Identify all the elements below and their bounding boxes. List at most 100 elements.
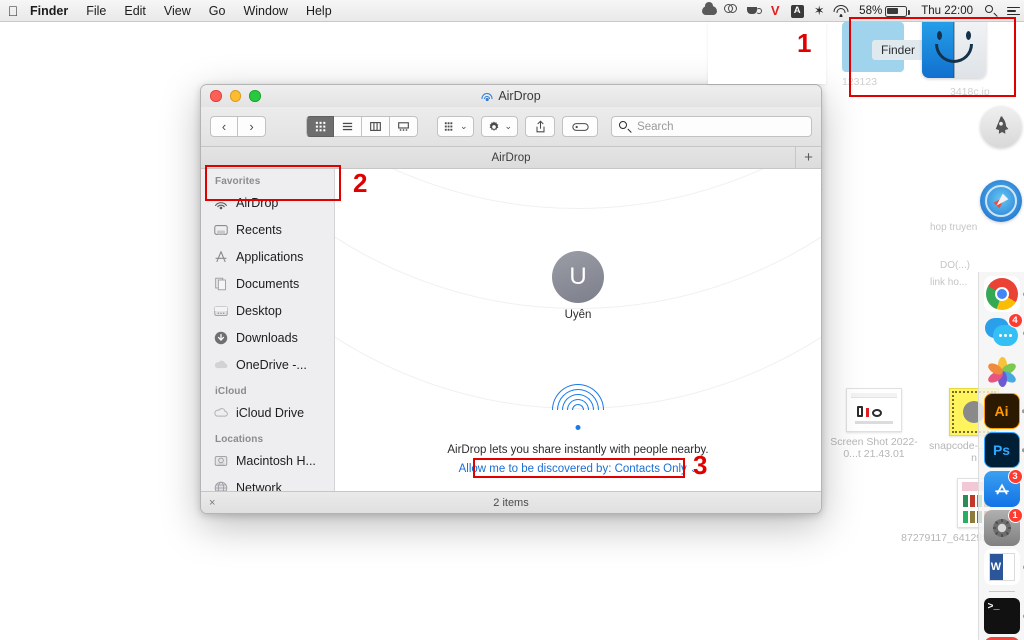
dock-app-photos[interactable]: [984, 354, 1020, 390]
menu-edit[interactable]: Edit: [115, 0, 155, 22]
apple-logo-icon[interactable]: : [0, 0, 26, 22]
back-button[interactable]: ‹: [210, 116, 238, 137]
dock-app-illustrator[interactable]: Ai: [983, 393, 1024, 429]
finder-tabbar: AirDrop +: [201, 147, 821, 169]
control-center-icon[interactable]: [1002, 6, 1024, 16]
sidebar-item-icloud-drive[interactable]: iCloud Drive: [201, 399, 334, 426]
finder-icon-desktop[interactable]: Finder 123123: [842, 16, 986, 88]
tab-airdrop[interactable]: AirDrop: [201, 152, 821, 164]
forward-button[interactable]: ›: [238, 116, 266, 137]
tags-button[interactable]: [562, 116, 599, 137]
airdrop-icon: [212, 194, 229, 211]
column-view-button[interactable]: [362, 116, 390, 137]
sidebar-item-onedrive[interactable]: OneDrive -...: [201, 351, 334, 378]
sidebar-item-recents[interactable]: Recents: [201, 216, 334, 243]
menu-go[interactable]: Go: [200, 0, 235, 22]
dock-app-terminal[interactable]: >_: [983, 598, 1024, 634]
sidebar-item-label: iCloud Drive: [236, 405, 305, 420]
photoshop-icon: Ps: [992, 442, 1011, 458]
new-tab-button[interactable]: +: [795, 147, 821, 168]
cloud-icon[interactable]: [698, 0, 720, 22]
dock-top-section: [978, 106, 1024, 222]
group-by-button[interactable]: ⌄: [437, 116, 474, 137]
tag-icon: [571, 122, 589, 131]
safari-icon: [985, 185, 1017, 217]
dock-app-appstore[interactable]: 3: [983, 469, 1023, 507]
menu-file[interactable]: File: [77, 0, 115, 22]
list-view-icon: [342, 122, 353, 131]
desktop-faint-label: link ho...: [930, 277, 968, 288]
annotation-number-3: 3: [693, 450, 708, 480]
icon-view-button[interactable]: [306, 116, 334, 137]
screen-root: ne4 ng hop truyen DO(...) link ho... Scr…: [0, 0, 1024, 640]
list-view-button[interactable]: [334, 116, 362, 137]
clock[interactable]: Thu 22:00: [914, 0, 980, 22]
illustrator-icon: Ai: [994, 403, 1009, 419]
sidebar-item-applications[interactable]: Applications: [201, 243, 334, 270]
finder-second-label: 3418c.jp: [950, 86, 990, 98]
downloads-icon: [212, 329, 229, 346]
recents-icon: [212, 221, 229, 238]
airdrop-person[interactable]: U Uyên: [518, 251, 638, 321]
badge-count: 4: [1007, 313, 1023, 328]
action-menu-button[interactable]: ⌄: [480, 116, 519, 137]
view-mode-buttons: [306, 116, 418, 137]
icloud-icon: [212, 404, 229, 421]
badge-count: 1: [1007, 508, 1023, 523]
finder-tooltip-label: Finder: [872, 40, 925, 60]
discovery-dropdown[interactable]: Allow me to be discovered by: Contacts O…: [459, 463, 698, 475]
bluetooth-icon[interactable]: ✶: [808, 0, 830, 22]
finder-window[interactable]: AirDrop ‹ › ⌄ ⌄ Search AirDrop + Favorit…: [200, 84, 822, 514]
sidebar-item-label: Applications: [236, 249, 304, 264]
applications-icon: [212, 248, 229, 265]
input-source-icon[interactable]: A: [786, 4, 808, 18]
sidebar-item-label: Documents: [236, 276, 300, 291]
desktop-icon-screenshot[interactable]: Screen Shot 2022-0...t 21.43.01: [828, 388, 920, 460]
sidebar-item-label: AirDrop: [236, 195, 279, 210]
sidebar-item-downloads[interactable]: Downloads: [201, 324, 334, 351]
dock-app-launchpad[interactable]: [980, 106, 1022, 148]
search-icon: [619, 120, 632, 133]
icon-view-icon: [315, 121, 325, 132]
gallery-view-button[interactable]: [390, 116, 418, 137]
wifi-icon[interactable]: [830, 5, 852, 17]
dock-app-photoshop[interactable]: Ps: [983, 432, 1024, 468]
sidebar-item-desktop[interactable]: Desktop: [201, 297, 334, 324]
menu-finder[interactable]: Finder: [26, 0, 77, 22]
battery-status[interactable]: 58%: [852, 0, 914, 22]
menu-help[interactable]: Help: [297, 0, 341, 22]
airdrop-footer: AirDrop lets you share instantly with pe…: [335, 384, 821, 477]
chrome-icon: [985, 278, 1018, 310]
creative-cloud-icon[interactable]: [720, 0, 742, 22]
share-button[interactable]: [525, 116, 556, 137]
dock-app-messages[interactable]: 4: [984, 313, 1024, 351]
sidebar-item-label: OneDrive -...: [236, 357, 307, 372]
sidebar-item-airdrop[interactable]: AirDrop: [201, 189, 334, 216]
menu-window[interactable]: Window: [234, 0, 296, 22]
menubar-left:  Finder File Edit View Go Window Help: [0, 0, 341, 22]
dock-app-system-preferences[interactable]: 1: [983, 508, 1023, 546]
airdrop-content-pane[interactable]: U Uyên AirDrop lets you share instantly …: [335, 169, 821, 491]
finder-sidebar: Favorites AirDrop Recents Applications D…: [201, 169, 335, 491]
badge-count: 3: [1007, 469, 1023, 484]
gallery-view-icon: [398, 122, 409, 131]
sidebar-item-macintosh-hd[interactable]: Macintosh H...: [201, 447, 334, 474]
battery-icon: [885, 5, 910, 17]
dock-app-word[interactable]: W: [983, 549, 1024, 585]
dock-app-chrome[interactable]: [983, 276, 1024, 312]
launchpad-icon: [995, 116, 1009, 134]
sidebar-item-documents[interactable]: Documents: [201, 270, 334, 297]
sidebar-item-label: Desktop: [236, 303, 282, 318]
share-icon: [536, 119, 545, 132]
menubar-status-items: V A ✶ 58% Thu 22:00: [698, 0, 1024, 22]
search-input[interactable]: Search: [611, 116, 812, 137]
person-name: Uyên: [564, 309, 592, 321]
item-count: 2 items: [493, 496, 529, 509]
caffeine-icon[interactable]: [742, 0, 764, 22]
window-titlebar[interactable]: AirDrop: [201, 85, 821, 107]
spotlight-search-icon[interactable]: [980, 5, 1002, 17]
sidebar-item-network[interactable]: Network: [201, 474, 334, 491]
v-icon[interactable]: V: [764, 0, 786, 22]
dock-app-safari[interactable]: [980, 180, 1022, 222]
menu-view[interactable]: View: [155, 0, 200, 22]
